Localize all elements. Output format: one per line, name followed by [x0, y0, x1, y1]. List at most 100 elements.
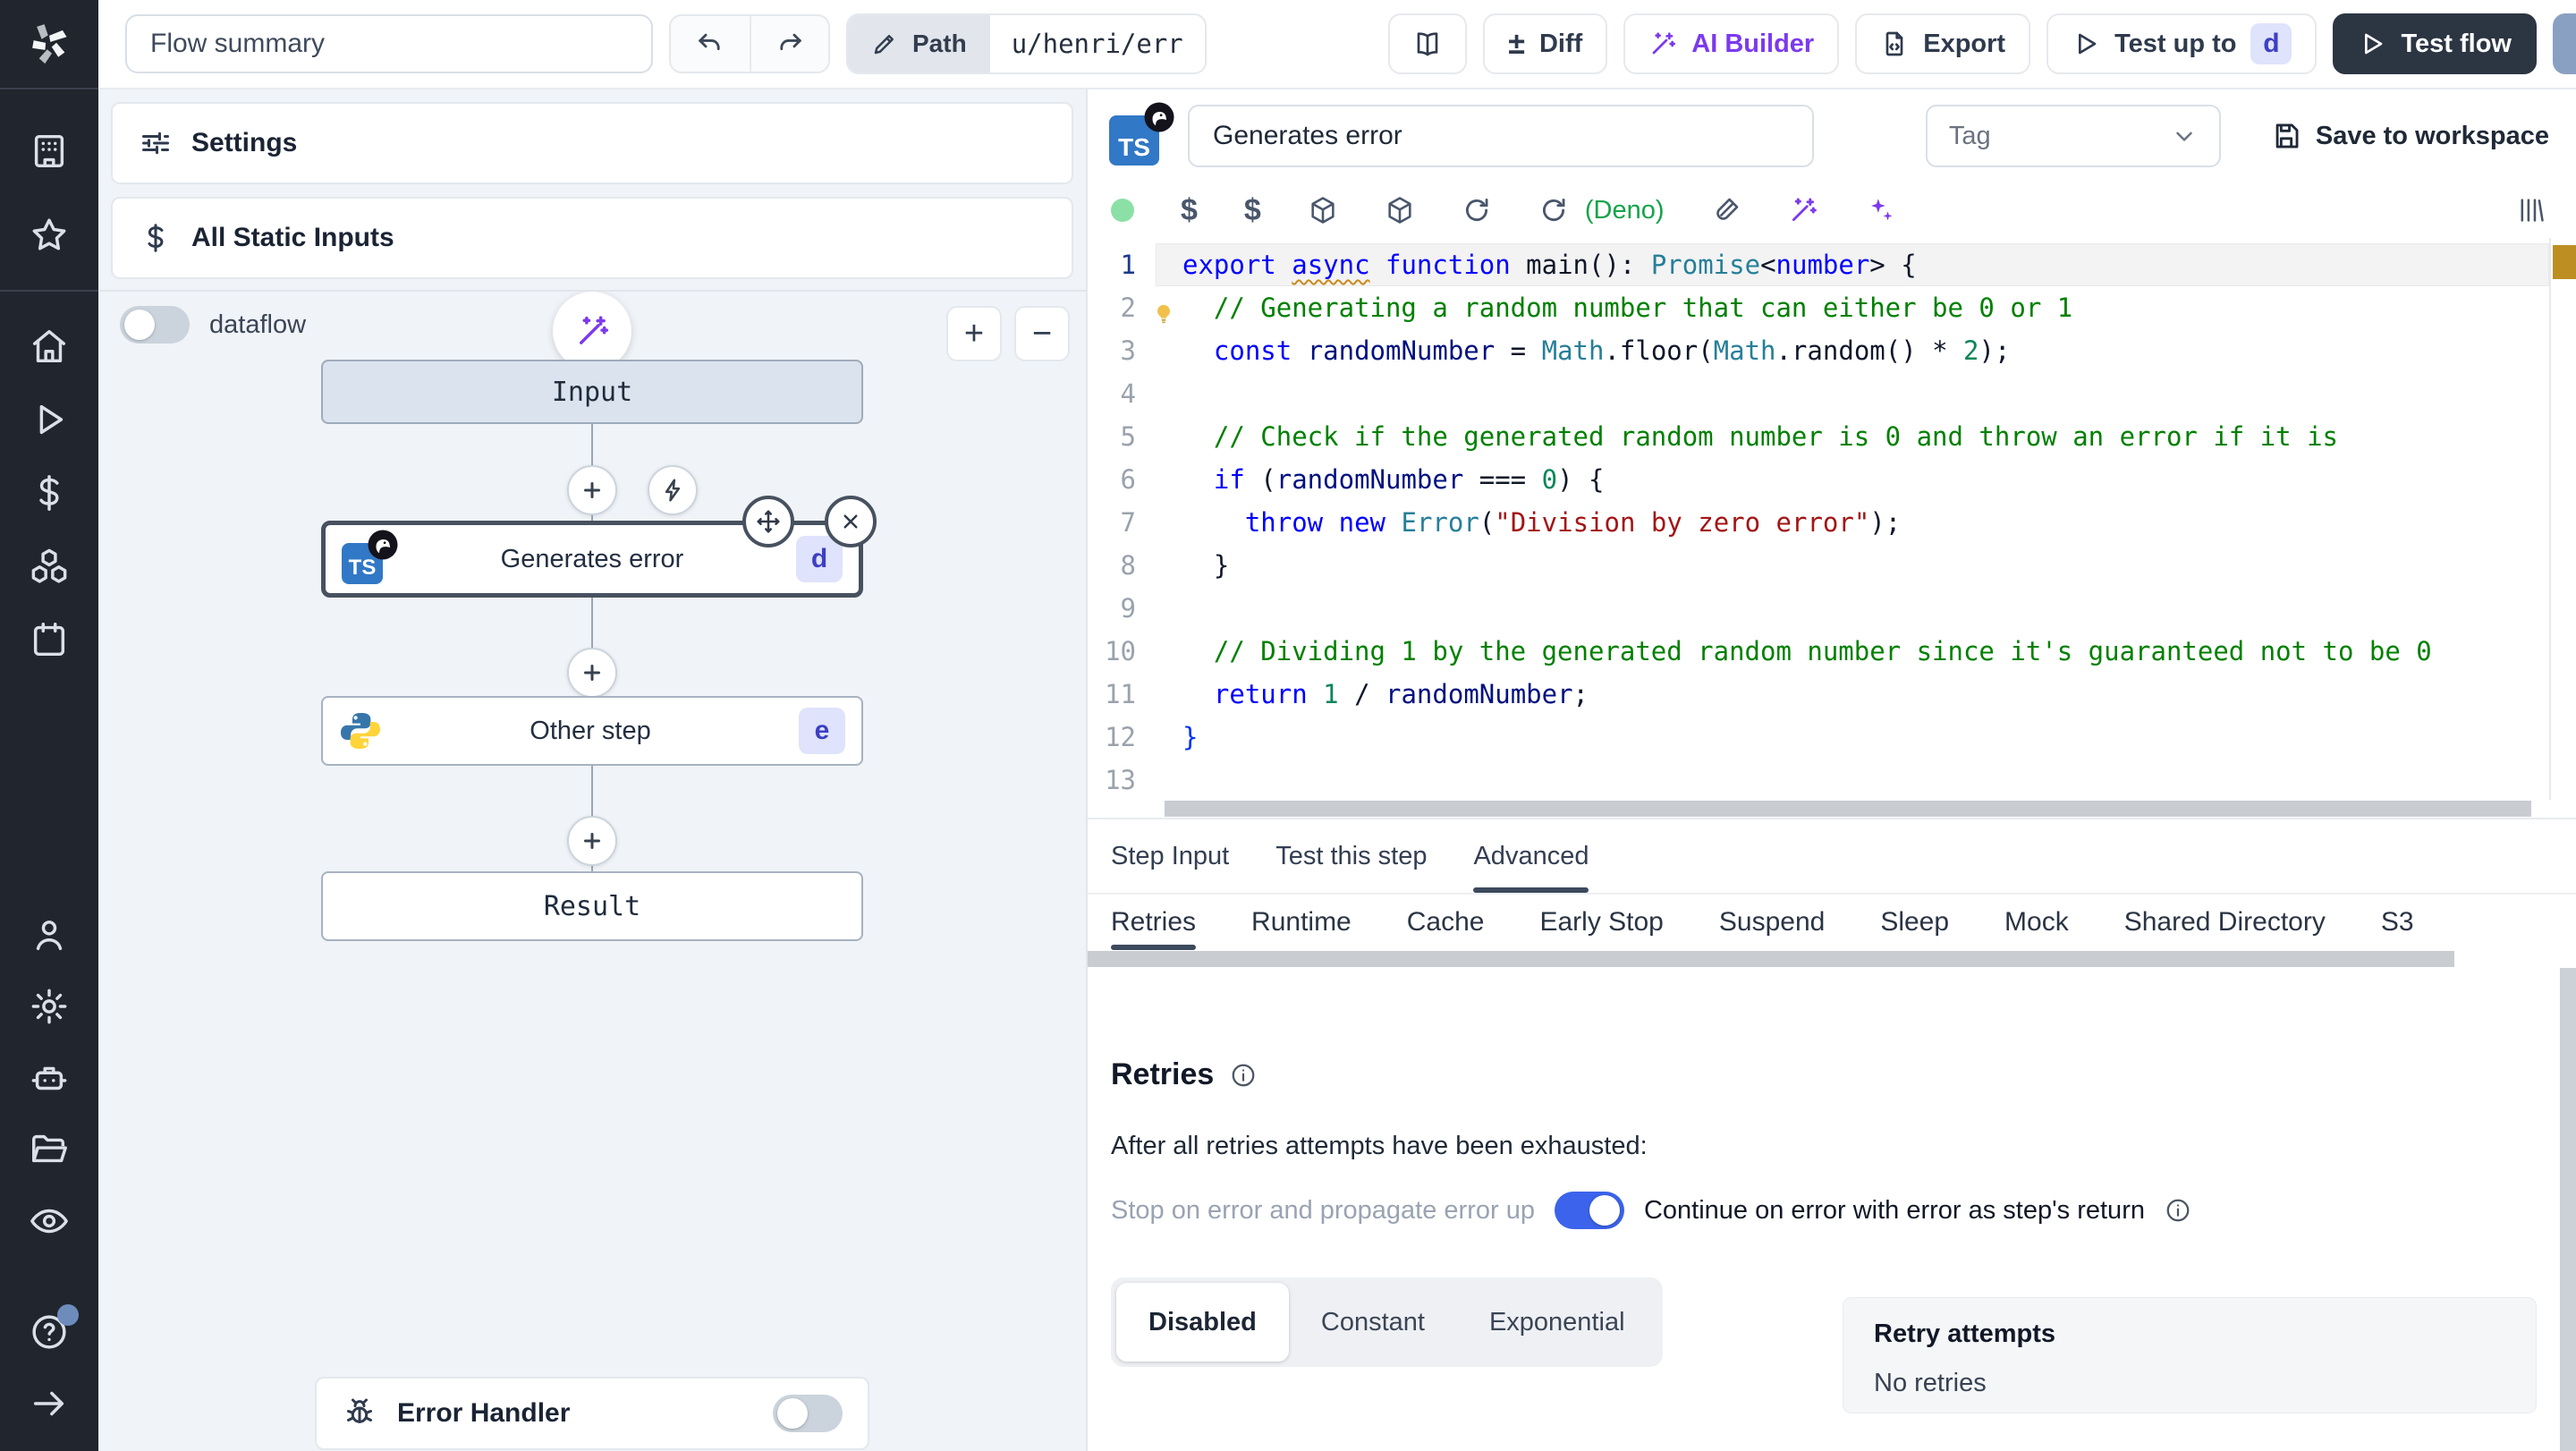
subtab-retries[interactable]: Retries: [1111, 895, 1197, 950]
dataflow-toggle[interactable]: [120, 306, 190, 344]
path-value[interactable]: u/henri/err: [989, 15, 1205, 72]
code-line-11[interactable]: 11 return 1 / randomNumber;: [1088, 673, 2576, 716]
help-icon[interactable]: [29, 1304, 79, 1353]
workers-robot-icon[interactable]: [29, 1057, 70, 1099]
all-static-inputs-card[interactable]: All Static Inputs: [111, 197, 1073, 279]
test-up-to-step-badge[interactable]: d: [2250, 23, 2292, 64]
code-line-5[interactable]: 5 // Check if the generated random numbe…: [1088, 415, 2576, 458]
step-name-input[interactable]: [1188, 105, 1814, 167]
code-line-6[interactable]: 6 if (randomNumber === 0) {: [1088, 458, 2576, 501]
variable-picker-icon[interactable]: $: [1181, 193, 1198, 228]
tab-test-this-step[interactable]: Test this step: [1275, 819, 1427, 893]
subtab-sleep[interactable]: Sleep: [1880, 895, 1949, 950]
export-button[interactable]: Export: [1855, 13, 2031, 74]
tag-select[interactable]: Tag: [1925, 105, 2221, 167]
collapse-arrow-icon[interactable]: [29, 1383, 70, 1424]
code-line-2[interactable]: 2 // Generating a random number that can…: [1088, 286, 2576, 329]
code-line-9[interactable]: 9: [1088, 587, 2576, 630]
subtab-shared-directory[interactable]: Shared Directory: [2124, 895, 2326, 950]
code-lines: 1 export async function main(): Promise<n…: [1088, 243, 2576, 800]
test-flow-button[interactable]: Test flow: [2333, 13, 2537, 74]
settings-gear-icon[interactable]: [29, 986, 70, 1027]
info-icon[interactable]: [1230, 1062, 1257, 1089]
user-icon[interactable]: [29, 914, 70, 955]
save-to-workspace-button[interactable]: Save to workspace: [2271, 121, 2549, 151]
code-line-3[interactable]: 3 const randomNumber = Math.floor(Math.r…: [1088, 329, 2576, 372]
runs-play-icon[interactable]: [29, 399, 70, 440]
subtab-early-stop[interactable]: Early Stop: [1539, 895, 1663, 950]
step-node-other-step[interactable]: Other step e: [321, 696, 863, 766]
tab-advanced[interactable]: Advanced: [1473, 819, 1589, 893]
ai-wand-icon[interactable]: [1788, 195, 1818, 225]
insert-step-button-1[interactable]: [567, 465, 617, 515]
info-icon[interactable]: [2165, 1197, 2191, 1224]
result-node[interactable]: Result: [321, 871, 863, 941]
package-lock-icon[interactable]: [1385, 195, 1415, 225]
insert-step-button-3[interactable]: [567, 816, 617, 866]
insert-step-button-2[interactable]: [567, 648, 617, 698]
error-handler-toggle[interactable]: [773, 1395, 843, 1432]
code-line-8[interactable]: 8 }: [1088, 544, 2576, 587]
subtab-s3[interactable]: S3: [2381, 895, 2414, 950]
subtab-runtime[interactable]: Runtime: [1251, 895, 1352, 950]
windmill-logo[interactable]: [0, 0, 98, 89]
audit-eye-icon[interactable]: [29, 1201, 70, 1242]
docs-book-button[interactable]: [1388, 13, 1468, 74]
resource-picker-icon[interactable]: $: [1244, 193, 1261, 228]
subtab-mock[interactable]: Mock: [2004, 895, 2069, 950]
code-editor[interactable]: 1 export async function main(): Promise<n…: [1088, 238, 2576, 800]
code-line-7[interactable]: 7 throw new Error("Division by zero erro…: [1088, 501, 2576, 544]
deploy-button-partial[interactable]: [2553, 13, 2576, 74]
retry-mode-disabled[interactable]: Disabled: [1116, 1283, 1289, 1362]
lightbulb-icon[interactable]: [1152, 295, 1175, 324]
test-up-to-button[interactable]: Test up to d: [2046, 13, 2318, 74]
code-line-1[interactable]: 1 export async function main(): Promise<n…: [1088, 243, 2576, 286]
tab-step-input[interactable]: Step Input: [1111, 819, 1229, 893]
code-line-12[interactable]: 12}: [1088, 716, 2576, 759]
move-step-button[interactable]: [742, 496, 794, 547]
favorites-star-icon[interactable]: [29, 215, 70, 256]
undo-button[interactable]: [671, 16, 750, 72]
ai-flow-wand-button[interactable]: [553, 292, 631, 370]
code-line-4[interactable]: 4: [1088, 372, 2576, 415]
trigger-bolt-button[interactable]: [648, 465, 698, 515]
library-icon[interactable]: [2515, 195, 2546, 225]
delete-step-button[interactable]: [825, 496, 877, 547]
schedules-calendar-icon[interactable]: [29, 619, 70, 660]
reload-icon[interactable]: [1462, 195, 1492, 225]
scrollbar-thumb[interactable]: [1088, 951, 2454, 967]
home-icon[interactable]: [29, 326, 70, 367]
input-node[interactable]: Input: [321, 360, 863, 424]
retry-mode-exponential[interactable]: Exponential: [1457, 1283, 1657, 1362]
path-edit-button[interactable]: Path: [848, 15, 990, 72]
reload-deno-icon[interactable]: [1538, 195, 1569, 225]
subtabs-scrollbar[interactable]: [1088, 950, 2576, 968]
code-line-13[interactable]: 13: [1088, 759, 2576, 800]
folders-icon[interactable]: [29, 1129, 70, 1170]
scrollbar-thumb[interactable]: [1165, 801, 2531, 817]
subtab-suspend[interactable]: Suspend: [1719, 895, 1825, 950]
variables-dollar-icon[interactable]: [29, 472, 70, 513]
subtab-cache[interactable]: Cache: [1407, 895, 1485, 950]
scrollbar-thumb[interactable]: [2560, 968, 2576, 1451]
zoom-in-button[interactable]: +: [946, 306, 1002, 361]
package-icon[interactable]: [1308, 195, 1338, 225]
sidebar-divider: [0, 290, 98, 292]
workspace-icon[interactable]: [29, 131, 70, 172]
retry-mode-constant[interactable]: Constant: [1289, 1283, 1457, 1362]
flow-settings-card[interactable]: Settings: [111, 102, 1073, 184]
redo-button[interactable]: [750, 16, 828, 72]
continue-on-error-toggle[interactable]: [1554, 1192, 1624, 1229]
zoom-out-button[interactable]: −: [1014, 306, 1070, 361]
advanced-vertical-scrollbar[interactable]: [2560, 968, 2576, 1451]
error-handler-card[interactable]: Error Handler: [315, 1377, 869, 1450]
diff-button[interactable]: ± Diff: [1483, 13, 1608, 74]
code-line-10[interactable]: 10 // Dividing 1 by the generated random…: [1088, 630, 2576, 673]
toggle-knob: [1589, 1195, 1620, 1226]
ai-builder-button[interactable]: AI Builder: [1623, 13, 1840, 74]
format-brush-icon[interactable]: [1711, 195, 1741, 225]
ai-sparkles-icon[interactable]: [1865, 195, 1895, 225]
resources-cubes-icon[interactable]: [29, 546, 70, 587]
flow-summary-input[interactable]: [125, 14, 653, 73]
editor-horizontal-scrollbar[interactable]: [1088, 800, 2576, 819]
